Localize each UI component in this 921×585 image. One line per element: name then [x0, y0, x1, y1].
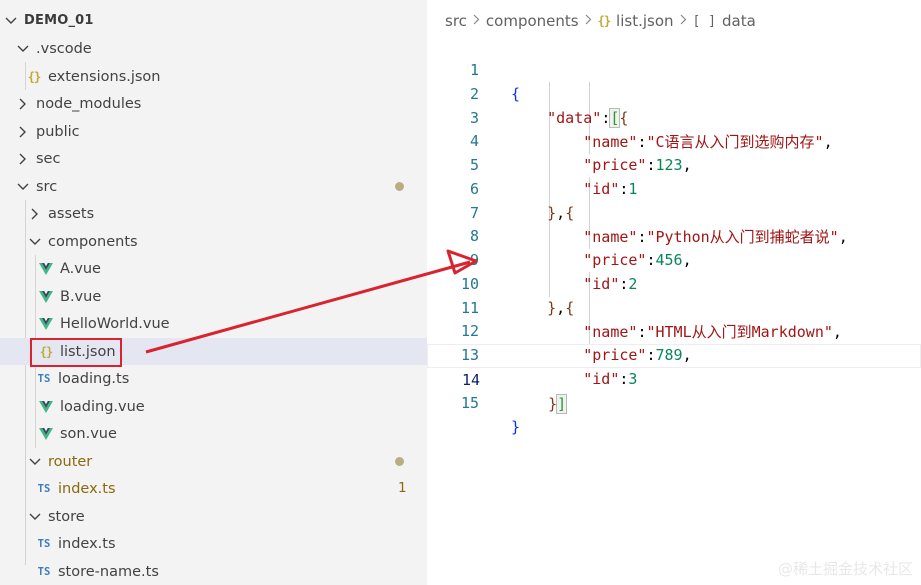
tree-item-label: HelloWorld.vue	[60, 315, 170, 332]
watermark: @稀土掘金技术社区	[777, 560, 913, 578]
tree-file-store-index-ts[interactable]: TS index.ts	[0, 530, 427, 557]
typescript-file-icon: TS	[37, 372, 51, 385]
tree-file-store-name-ts[interactable]: TS store-name.ts	[0, 558, 427, 585]
explorer-sidebar: DEMO_01 .vscode {} extensions.json node_…	[0, 0, 427, 585]
typescript-file-icon: TS	[37, 565, 51, 578]
problem-count-badge: 1	[398, 480, 407, 496]
chevron-right-icon	[585, 14, 592, 29]
typescript-file-icon: TS	[37, 482, 51, 495]
tree-item-label: store-name.ts	[58, 563, 159, 580]
tree-item-label: sec	[36, 150, 61, 167]
tree-folder-node-modules[interactable]: node_modules	[0, 90, 427, 117]
tree-item-label: loading.vue	[60, 398, 145, 415]
code-editor[interactable]: src components {} list.json [ ] data 1 {	[427, 0, 921, 585]
tree-file-a-vue[interactable]: A.vue	[0, 255, 427, 282]
code-text: }	[511, 417, 521, 436]
modified-dot-icon	[395, 457, 404, 466]
tree-folder-sec[interactable]: sec	[0, 145, 427, 172]
breadcrumb: src components {} list.json [ ] data	[445, 9, 756, 33]
explorer-root-label: DEMO_01	[24, 13, 94, 28]
tree-file-helloworld-vue[interactable]: HelloWorld.vue	[0, 310, 427, 337]
code-line[interactable]: 8 "price":456,	[427, 201, 921, 269]
tree-folder-assets[interactable]: assets	[0, 200, 427, 227]
typescript-file-icon: TS	[37, 537, 51, 550]
code-line[interactable]: 6 },{	[427, 154, 921, 222]
json-file-icon: {}	[597, 14, 611, 28]
tree-item-label: B.vue	[60, 288, 102, 305]
tree-item-label: index.ts	[58, 480, 116, 497]
code-line[interactable]: 7 "name":"Python从入门到捕蛇者说",	[427, 178, 921, 246]
chevron-down-icon	[28, 513, 42, 521]
code-text: }]	[548, 393, 568, 414]
chevron-right-icon	[28, 208, 42, 220]
vue-file-icon	[38, 400, 54, 413]
breadcrumb-item-components[interactable]: components	[486, 12, 579, 30]
vue-file-icon	[38, 427, 54, 440]
tree-folder-vscode[interactable]: .vscode	[0, 35, 427, 62]
code-line[interactable]: 9 "id":2	[427, 225, 921, 293]
tree-item-label: components	[48, 233, 138, 250]
tree-item-label: node_modules	[36, 95, 142, 112]
chevron-down-icon	[28, 458, 42, 466]
line-number: 15	[460, 393, 479, 412]
tree-item-label: public	[36, 123, 80, 140]
chevron-down-icon	[28, 238, 42, 246]
tree-folder-public[interactable]: public	[0, 118, 427, 145]
code-line[interactable]: 13 "id":3	[427, 320, 921, 388]
vue-file-icon	[38, 262, 54, 275]
modified-dot-icon	[395, 182, 404, 191]
tree-item-label: loading.ts	[58, 370, 130, 387]
chevron-right-icon	[16, 153, 30, 165]
code-line[interactable]: 5 "id":1	[427, 130, 921, 198]
tree-file-loading-ts[interactable]: TS loading.ts	[0, 365, 427, 392]
chevron-right-icon	[16, 126, 30, 138]
tree-file-loading-vue[interactable]: loading.vue	[0, 393, 427, 420]
chevron-right-icon	[473, 14, 480, 29]
tree-folder-router[interactable]: router	[0, 448, 427, 475]
tree-file-extensions-json[interactable]: {} extensions.json	[0, 63, 427, 90]
chevron-right-icon	[680, 14, 687, 29]
array-symbol-icon: [ ]	[692, 13, 716, 29]
breadcrumb-item-src[interactable]: src	[445, 12, 467, 30]
tree-item-label: son.vue	[60, 425, 117, 442]
code-line[interactable]: 15 }	[427, 368, 921, 436]
tree-item-label: store	[48, 508, 85, 525]
tree-item-label: router	[48, 453, 93, 470]
tree-item-label: A.vue	[60, 260, 101, 277]
tree-item-label: index.ts	[58, 535, 116, 552]
tree-folder-store[interactable]: store	[0, 503, 427, 530]
annotation-highlight-box	[30, 338, 122, 367]
chevron-right-icon	[16, 98, 30, 110]
code-line-current[interactable]: 14 }]	[427, 344, 921, 414]
tree-file-router-index-ts[interactable]: TS index.ts	[0, 475, 427, 502]
code-line[interactable]: 1 {	[427, 35, 921, 103]
tree-file-b-vue[interactable]: B.vue	[0, 283, 427, 310]
code-line[interactable]: 12 "price":789,	[427, 296, 921, 364]
vue-file-icon	[38, 317, 54, 330]
tree-item-label: assets	[48, 205, 95, 222]
tree-folder-components[interactable]: components	[0, 228, 427, 255]
code-line[interactable]: 4 "price":123,	[427, 106, 921, 174]
tree-item-label: .vscode	[36, 40, 92, 57]
tree-item-label: src	[36, 178, 58, 195]
vue-file-icon	[38, 290, 54, 303]
breadcrumb-item-symbol[interactable]: data	[722, 12, 756, 30]
vscode-window: DEMO_01 .vscode {} extensions.json node_…	[0, 0, 921, 585]
tree-item-label: extensions.json	[48, 68, 161, 85]
code-line[interactable]: 10 },{	[427, 249, 921, 317]
json-file-icon: {}	[27, 69, 41, 84]
chevron-down-icon	[4, 17, 18, 25]
chevron-down-icon	[16, 45, 30, 53]
code-line[interactable]: 11 "name":"HTML从入门到Markdown",	[427, 273, 921, 341]
tree-file-son-vue[interactable]: son.vue	[0, 420, 427, 447]
chevron-down-icon	[16, 183, 30, 191]
code-line[interactable]: 2 "data":[{	[427, 59, 921, 128]
breadcrumb-item-file[interactable]: list.json	[616, 12, 673, 30]
explorer-root-folder[interactable]: DEMO_01	[0, 7, 427, 34]
code-line[interactable]: 3 "name":"C语言从入门到选购内存",	[427, 83, 921, 151]
tree-folder-src[interactable]: src	[0, 173, 427, 200]
